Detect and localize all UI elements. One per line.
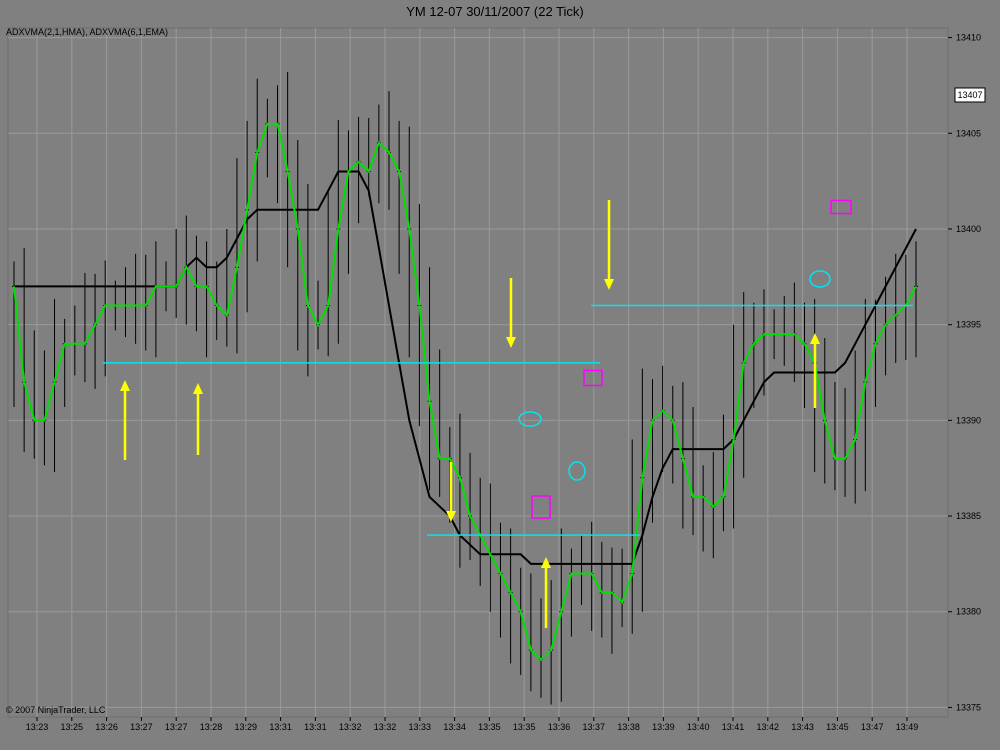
series-fast-adxvma xyxy=(13,122,917,661)
price-bars xyxy=(12,72,918,705)
arrow-head xyxy=(604,279,614,290)
x-tick-label: 13:29 xyxy=(235,722,258,732)
x-tick-label: 13:39 xyxy=(652,722,675,732)
price-chart: 13:23 13:25 13:26 13:27 13:27 13:28 13:29 13:31… xyxy=(6,4,986,732)
marker-square xyxy=(531,495,551,519)
y-tick-label: 13400 xyxy=(956,224,981,234)
x-tick-label: 13:49 xyxy=(896,722,919,732)
x-tick-label: 13:27 xyxy=(130,722,153,732)
last-price-label: 13407 xyxy=(957,90,982,100)
chart-title: YM 12-07 30/11/2007 (22 Tick) xyxy=(406,4,584,19)
x-tick-label: 13:31 xyxy=(304,722,327,732)
y-tick-label: 13395 xyxy=(956,320,981,330)
y-tick-label: 13375 xyxy=(956,702,981,712)
x-tick-label: 13:35 xyxy=(478,722,501,732)
arrow-head xyxy=(120,380,130,391)
marker-ellipse xyxy=(518,411,542,427)
y-tick-label: 13390 xyxy=(956,415,981,425)
x-tick-label: 13:47 xyxy=(861,722,884,732)
x-tick-label: 13:25 xyxy=(61,722,84,732)
x-tick-label: 13:45 xyxy=(826,722,849,732)
x-tick-label: 13:42 xyxy=(757,722,780,732)
arrow-head xyxy=(541,557,551,568)
annotations xyxy=(103,199,913,628)
indicator-lines xyxy=(13,122,917,661)
copyright-label: © 2007 NinjaTrader, LLC xyxy=(6,705,106,715)
chart-window: 13:23 13:25 13:26 13:27 13:27 13:28 13:29 13:31… xyxy=(0,0,1000,750)
x-tick-label: 13:38 xyxy=(617,722,640,732)
y-tick-label: 13405 xyxy=(956,128,981,138)
x-tick-label: 13:40 xyxy=(687,722,710,732)
arrow-head xyxy=(506,337,516,348)
marker-ellipse xyxy=(809,270,831,288)
series-slow-adxvma xyxy=(14,170,917,565)
x-tick-label: 13:32 xyxy=(374,722,397,732)
x-tick-label: 13:23 xyxy=(26,722,49,732)
y-tick-label: 13380 xyxy=(956,607,981,617)
marker-ellipse xyxy=(568,461,586,481)
marker-square xyxy=(830,199,852,215)
arrow-head xyxy=(810,333,820,344)
x-tick-label: 13:34 xyxy=(443,722,466,732)
arrow-head xyxy=(193,383,203,394)
axes: 13:23 13:25 13:26 13:27 13:27 13:28 13:29 13:31… xyxy=(26,33,986,732)
x-tick-label: 13:35 xyxy=(513,722,536,732)
x-tick-label: 13:36 xyxy=(548,722,571,732)
x-tick-label: 13:26 xyxy=(95,722,118,732)
marker-square xyxy=(583,369,603,387)
indicator-label: ADXVMA(2,1,HMA), ADXVMA(6,1,EMA) xyxy=(6,27,168,37)
y-tick-label: 13410 xyxy=(956,33,981,43)
x-tick-label: 13:41 xyxy=(722,722,745,732)
x-tick-label: 13:28 xyxy=(200,722,223,732)
y-tick-label: 13385 xyxy=(956,511,981,521)
x-tick-label: 13:31 xyxy=(269,722,292,732)
x-tick-label: 13:33 xyxy=(409,722,432,732)
x-tick-label: 13:27 xyxy=(165,722,188,732)
x-tick-label: 13:37 xyxy=(583,722,606,732)
x-tick-label: 13:43 xyxy=(791,722,814,732)
x-tick-label: 13:32 xyxy=(339,722,362,732)
